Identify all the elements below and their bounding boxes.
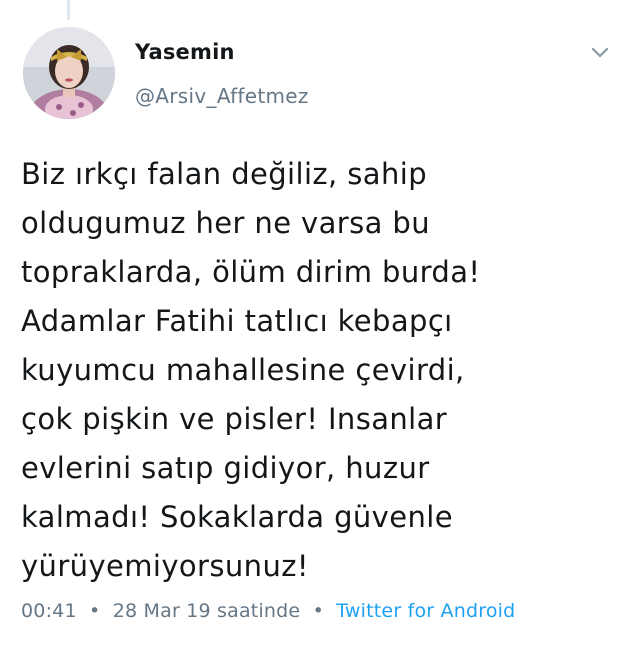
avatar[interactable] xyxy=(23,27,115,119)
avatar-image xyxy=(23,27,115,119)
source-link[interactable]: Twitter for Android xyxy=(336,600,515,622)
author-name[interactable]: Yasemin xyxy=(135,40,235,64)
tweet-date[interactable]: 28 Mar 19 saatinde xyxy=(113,600,301,622)
tweet-metadata: 00:41 • 28 Mar 19 saatinde • Twitter for… xyxy=(21,600,515,622)
tweet-text-line: çok pişkin ve pisler! Insanlar xyxy=(21,402,448,436)
thread-connector-line xyxy=(67,0,70,20)
tweet-time[interactable]: 00:41 xyxy=(21,600,77,622)
separator-dot: • xyxy=(89,600,101,622)
tweet-text-line: oldugumuz her ne varsa bu xyxy=(21,206,430,240)
tweet-text-line: kuyumcu mahallesine çevirdi, xyxy=(21,353,465,387)
tweet-text-line: Adamlar Fatihi tatlıcı kebapçı xyxy=(21,304,453,338)
tweet-text-line: yürüyemiyorsunuz! xyxy=(21,549,309,583)
tweet-text: Biz ırkçı falan değiliz, sahip oldugumuz… xyxy=(21,150,611,591)
chevron-down-icon[interactable] xyxy=(588,42,612,62)
separator-dot: • xyxy=(312,600,324,622)
author-handle[interactable]: @Arsiv_Affetmez xyxy=(135,84,309,108)
tweet-text-line: kalmadı! Sokaklarda güvenle xyxy=(21,500,453,534)
tweet-text-line: evlerini satıp gidiyor, huzur xyxy=(21,451,430,485)
tweet-text-line: Biz ırkçı falan değiliz, sahip xyxy=(21,157,428,191)
tweet-text-line: topraklarda, ölüm dirim burda! xyxy=(21,255,481,289)
